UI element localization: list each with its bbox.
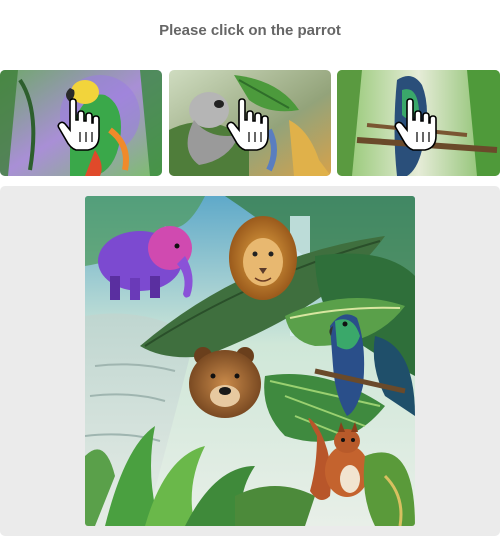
example-image-3 <box>337 70 500 176</box>
hand-cursor-icon <box>394 98 437 151</box>
example-strip <box>0 70 500 176</box>
captcha-prompt: Please click on the parrot <box>159 22 341 39</box>
example-image-1 <box>0 70 162 176</box>
hand-cursor-icon <box>57 98 100 151</box>
parrot-target-area[interactable] <box>323 306 373 421</box>
example-image-2 <box>169 70 331 176</box>
challenge-image[interactable] <box>85 196 415 526</box>
challenge-stage <box>0 186 500 536</box>
lion-figure <box>229 216 297 300</box>
bear-figure <box>189 347 261 418</box>
hand-cursor-icon <box>226 98 269 151</box>
